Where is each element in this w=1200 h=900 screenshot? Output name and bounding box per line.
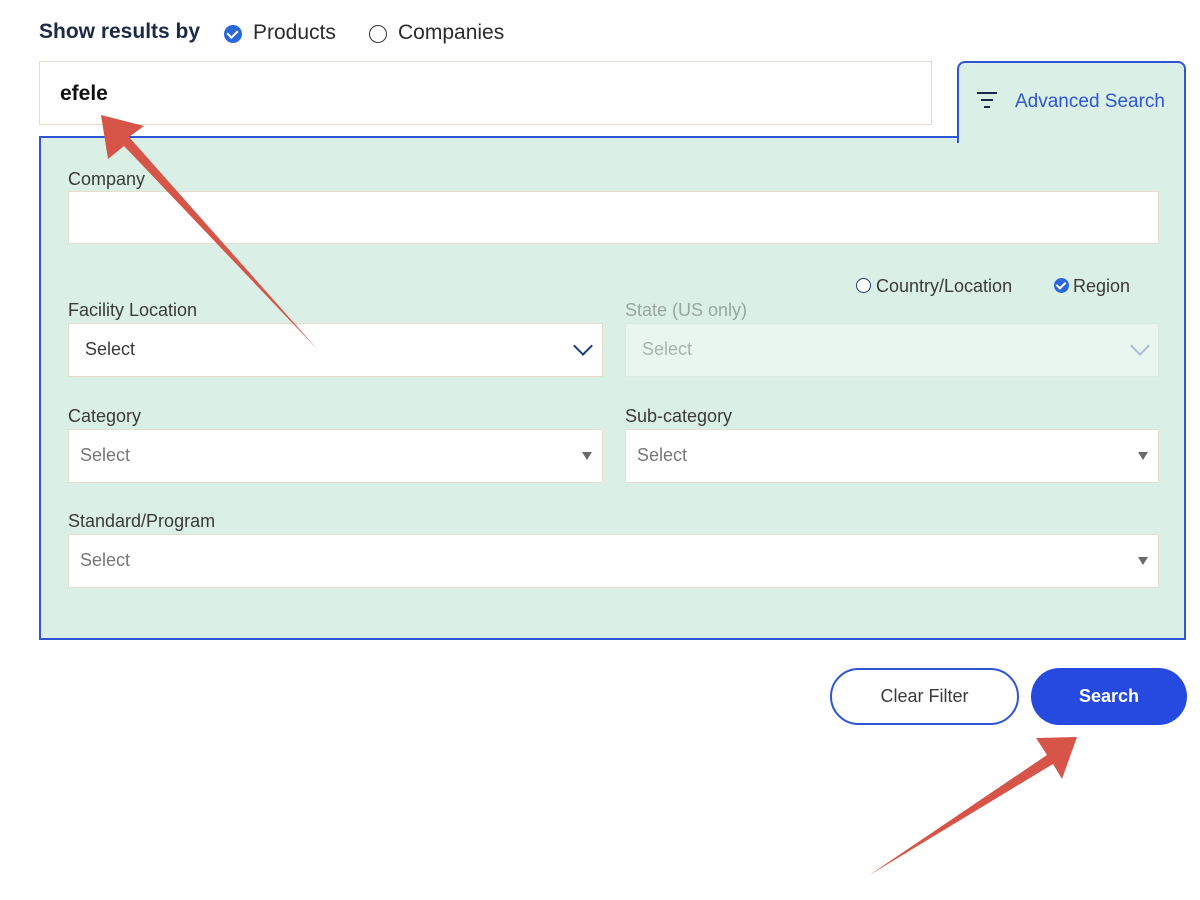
company-input[interactable] (68, 191, 1159, 244)
clear-filter-button[interactable]: Clear Filter (830, 668, 1019, 725)
category-select[interactable]: Select (68, 429, 603, 483)
sub-category-value: Select (637, 445, 688, 465)
country-location-label[interactable]: Country/Location (876, 276, 1012, 297)
filter-icon (977, 92, 999, 110)
region-radio[interactable] (1054, 278, 1069, 293)
caret-down-icon (1138, 452, 1148, 460)
search-input-value: efele (60, 82, 108, 105)
standard-program-value: Select (80, 550, 131, 570)
advanced-search-label[interactable]: Advanced Search (1015, 91, 1165, 113)
state-label: State (US only) (625, 300, 748, 320)
tab-panel-join (959, 134, 1184, 138)
state-select: Select (625, 323, 1159, 377)
show-results-by-label: Show results by (39, 20, 201, 43)
advanced-search-panel: Company Country/Location Region Facility… (39, 136, 1186, 640)
caret-down-icon (1138, 557, 1148, 565)
search-button[interactable]: Search (1031, 668, 1187, 725)
advanced-search-tab[interactable]: Advanced Search (957, 61, 1186, 143)
caret-down-icon (582, 452, 592, 460)
category-value: Select (80, 445, 131, 465)
companies-radio[interactable] (369, 25, 387, 43)
standard-program-label: Standard/Program (68, 511, 216, 531)
standard-program-select[interactable]: Select (68, 534, 1159, 588)
facility-location-select[interactable]: Select (68, 323, 603, 377)
annotation-arrow-search-button (868, 737, 1077, 876)
chevron-down-icon (573, 336, 593, 356)
search-input[interactable]: efele (39, 61, 932, 125)
facility-location-label: Facility Location (68, 300, 198, 320)
sub-category-select[interactable]: Select (625, 429, 1159, 483)
region-label[interactable]: Region (1073, 276, 1130, 297)
companies-radio-label[interactable]: Companies (398, 21, 504, 45)
sub-category-label: Sub-category (625, 406, 733, 426)
company-label: Company (68, 169, 146, 189)
facility-location-value: Select (85, 339, 136, 359)
state-value: Select (642, 339, 693, 359)
category-label: Category (68, 406, 142, 426)
country-location-radio[interactable] (856, 278, 871, 293)
products-radio-label[interactable]: Products (253, 21, 336, 45)
chevron-down-icon (1130, 336, 1150, 356)
products-radio[interactable] (224, 25, 242, 43)
